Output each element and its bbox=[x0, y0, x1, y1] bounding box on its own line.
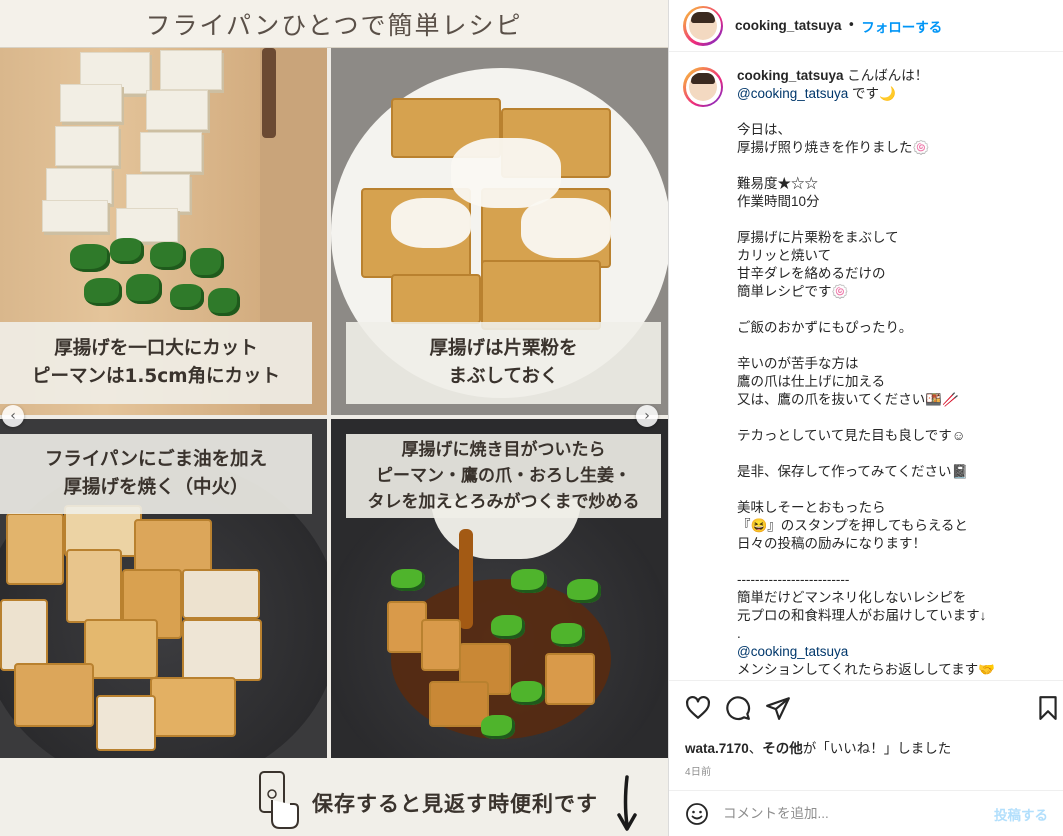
tofu-piece bbox=[42, 200, 108, 232]
avatar[interactable] bbox=[683, 5, 723, 46]
tofu-piece bbox=[46, 168, 112, 204]
fried-tofu-piece bbox=[481, 260, 601, 330]
fried-tofu-piece bbox=[96, 695, 156, 751]
tofu-piece bbox=[60, 84, 122, 122]
pepper-piece bbox=[208, 288, 240, 316]
arrow-down-icon bbox=[617, 775, 637, 831]
fried-tofu-piece bbox=[182, 569, 260, 619]
caption-mention-2[interactable]: @cooking_tatsuya bbox=[737, 644, 848, 659]
banner-title: フライパンひとつで簡単レシピ bbox=[145, 10, 523, 40]
pepper-piece bbox=[190, 248, 224, 278]
step4-line3: タレを加えとろみがつくまで炒める bbox=[367, 492, 640, 512]
caption-section: cooking_tatsuya こんばんは！ @cooking_tatsuya … bbox=[669, 53, 1063, 680]
likes-summary: wata.7170、その他が「いいね！」しました bbox=[685, 737, 951, 757]
caption-body: 今日は、 厚揚げ照り焼きを作りました🍥 難易度★☆☆ 作業時間10分 厚揚げに片… bbox=[737, 122, 987, 641]
fried-tofu-piece bbox=[150, 677, 236, 737]
follow-button[interactable]: フォローする bbox=[861, 16, 942, 36]
sauce-stream bbox=[459, 529, 473, 629]
step1-caption: 厚揚げを一口大にカット ピーマンは1.5cm角にカット bbox=[0, 322, 312, 404]
post-header: cooking_tatsuya • フォローする bbox=[669, 0, 1063, 52]
carousel-prev-button[interactable]: ‹ bbox=[2, 405, 24, 427]
tofu-piece bbox=[146, 90, 208, 130]
recipe-banner: フライパンひとつで簡単レシピ bbox=[0, 0, 668, 48]
caption-text: cooking_tatsuya こんばんは！ @cooking_tatsuya … bbox=[737, 67, 1042, 680]
fried-tofu-piece bbox=[429, 681, 489, 727]
like-heart-icon[interactable] bbox=[685, 695, 711, 721]
header-username[interactable]: cooking_tatsuya bbox=[735, 18, 842, 33]
potato-starch bbox=[451, 138, 561, 208]
pepper-piece bbox=[391, 569, 425, 591]
tofu-piece bbox=[55, 126, 119, 166]
step3-line2: 厚揚げを焼く（中火） bbox=[63, 477, 249, 498]
fried-tofu-piece bbox=[545, 653, 595, 705]
likes-username[interactable]: wata.7170 bbox=[685, 741, 749, 756]
avatar-inner bbox=[685, 8, 721, 43]
tofu-piece bbox=[140, 132, 202, 172]
likes-separator: 、 bbox=[748, 741, 763, 756]
share-paper-plane-icon[interactable] bbox=[765, 695, 791, 721]
pepper-piece bbox=[84, 278, 122, 306]
tofu-piece bbox=[116, 208, 178, 242]
step1-line1: 厚揚げを一口大にカット bbox=[54, 338, 258, 359]
step3-line1: フライパンにごま油を加え bbox=[44, 449, 268, 470]
fried-tofu-piece bbox=[182, 619, 262, 681]
caption-username[interactable]: cooking_tatsuya bbox=[737, 68, 844, 83]
caption-avatar[interactable] bbox=[683, 67, 723, 107]
bookmark-icon[interactable] bbox=[1035, 695, 1061, 721]
comment-bar: 投稿する bbox=[669, 790, 1063, 836]
fried-tofu-piece bbox=[421, 619, 461, 671]
potato-starch bbox=[391, 198, 471, 248]
fried-tofu-piece bbox=[391, 274, 481, 324]
knife-handle bbox=[262, 48, 276, 138]
caption-closing: メンションしてくれたらお返ししてます🤝 bbox=[737, 662, 995, 677]
comment-input[interactable] bbox=[723, 806, 994, 821]
pepper-piece bbox=[511, 681, 545, 705]
step2-line1: 厚揚げは片栗粉を bbox=[429, 338, 578, 359]
separator-dot: • bbox=[847, 18, 856, 33]
post-sidebar: cooking_tatsuya • フォローする cooking_tatsuya… bbox=[668, 0, 1063, 836]
pepper-piece bbox=[567, 579, 601, 603]
caption-greeting: こんばんは！ bbox=[843, 68, 929, 83]
pepper-piece bbox=[170, 284, 204, 310]
phone-tap-icon bbox=[259, 771, 299, 829]
avatar-face-icon bbox=[689, 11, 717, 40]
tofu-piece bbox=[126, 174, 190, 212]
avatar-face-icon bbox=[689, 73, 717, 101]
pepper-piece bbox=[150, 242, 186, 270]
caption-avatar-inner bbox=[685, 69, 721, 105]
step2-line2: まぶしておく bbox=[448, 366, 559, 387]
pepper-piece bbox=[551, 623, 585, 647]
step1-line2: ピーマンは1.5cm角にカット bbox=[31, 366, 281, 387]
step4-line1: 厚揚げに焼き目がついたら bbox=[401, 440, 606, 460]
fried-tofu-piece bbox=[84, 619, 158, 679]
pepper-piece bbox=[126, 274, 162, 304]
fried-tofu-piece bbox=[66, 549, 122, 623]
pepper-piece bbox=[491, 615, 525, 639]
step4-line2: ピーマン・鷹の爪・おろし生姜・ bbox=[376, 466, 631, 486]
caption-avatar-wrap bbox=[683, 67, 723, 680]
save-reminder-text: 保存すると見返す時便利です bbox=[312, 791, 598, 816]
post-image-carousel[interactable]: フライパンひとつで簡単レシピ 厚揚げを一口大にカット ピーマンは1.5cm角にカ… bbox=[0, 0, 668, 836]
caption-mention[interactable]: @cooking_tatsuya bbox=[737, 86, 848, 101]
step3-caption: フライパンにごま油を加え 厚揚げを焼く（中火） bbox=[0, 434, 312, 514]
pepper-piece bbox=[110, 238, 144, 264]
fried-tofu-piece bbox=[14, 663, 94, 727]
tofu-piece bbox=[160, 50, 222, 90]
emoji-smiley-icon[interactable] bbox=[685, 802, 709, 826]
fried-tofu-piece bbox=[0, 599, 48, 671]
potato-starch bbox=[521, 198, 611, 258]
step4-caption: 厚揚げに焼き目がついたら ピーマン・鷹の爪・おろし生姜・ タレを加えとろみがつく… bbox=[346, 434, 661, 518]
caption-after-mention: です🌙 bbox=[848, 86, 896, 101]
post-comment-button[interactable]: 投稿する bbox=[994, 804, 1048, 824]
fried-tofu-piece bbox=[6, 513, 64, 585]
step2-caption: 厚揚げは片栗粉を まぶしておく bbox=[346, 322, 661, 404]
comment-bubble-icon[interactable] bbox=[725, 695, 751, 721]
carousel-next-button[interactable]: › bbox=[636, 405, 658, 427]
likes-tail: が「いいね！」しました bbox=[802, 741, 952, 756]
pepper-piece bbox=[70, 244, 110, 272]
post-date: 4日前 bbox=[685, 767, 712, 778]
pepper-piece bbox=[511, 569, 547, 593]
likes-others-link[interactable]: その他 bbox=[762, 741, 803, 756]
pepper-piece bbox=[481, 715, 515, 739]
